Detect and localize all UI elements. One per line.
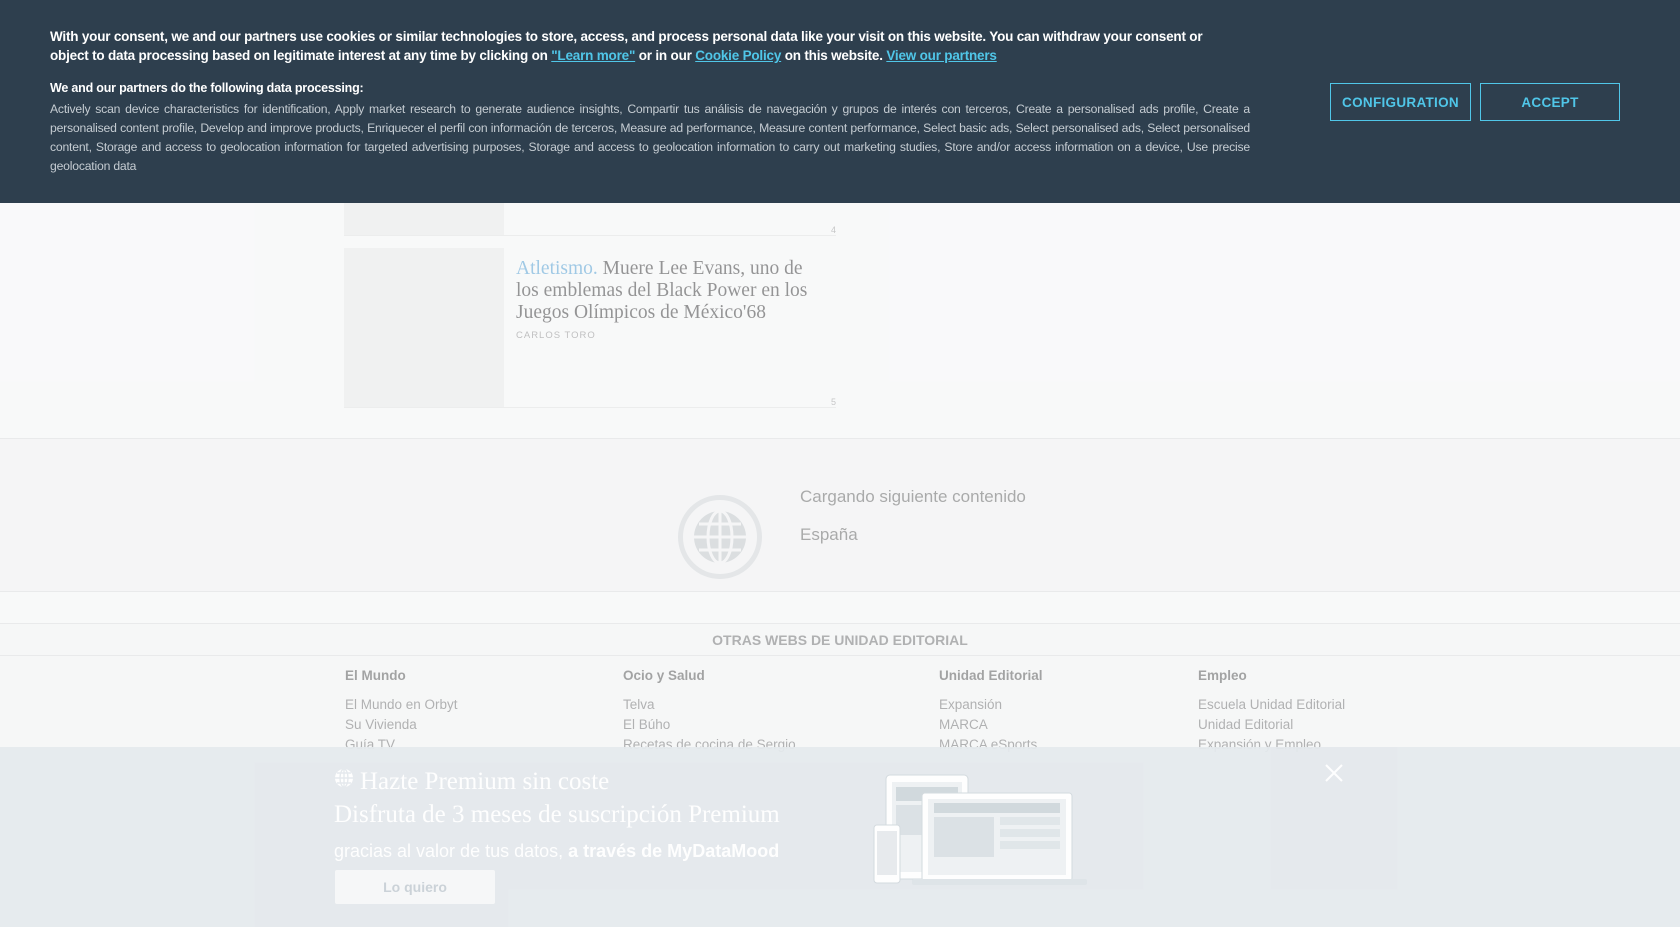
footer-column-heading: El Mundo bbox=[345, 668, 406, 683]
cookie-consent-banner: With your consent, we and our partners u… bbox=[0, 0, 1680, 203]
devices-illustration bbox=[873, 774, 1087, 885]
promo-body-text: gracias al valor de tus datos, bbox=[334, 841, 569, 861]
footer-title: OTRAS WEBS DE UNIDAD EDITORIAL bbox=[0, 624, 1680, 656]
footer-column-heading: Ocio y Salud bbox=[623, 668, 705, 683]
footer-link[interactable]: El Búho bbox=[623, 715, 796, 735]
premium-promo-bar: Hazte Premium sin coste Disfruta de 3 me… bbox=[0, 747, 1680, 927]
story-number: 4 bbox=[830, 225, 836, 235]
consent-processing-title: We and our partners do the following dat… bbox=[50, 81, 364, 95]
story-headline-block[interactable]: Atletismo. Muere Lee Evans, uno de los e… bbox=[516, 258, 826, 324]
learn-more-link[interactable]: "Learn more" bbox=[551, 48, 635, 63]
footer-column-el-mundo: El Mundo El Mundo en Orbyt Su Vivienda G… bbox=[345, 668, 458, 755]
footer-link[interactable]: Su Vivienda bbox=[345, 715, 458, 735]
globe-icon bbox=[694, 510, 746, 564]
configuration-button[interactable]: CONFIGURATION bbox=[1330, 83, 1471, 121]
footer-column-unidad-editorial: Unidad Editorial Expansión MARCA MARCA e… bbox=[939, 668, 1043, 755]
consent-intro-text: or in our bbox=[635, 48, 696, 63]
cookie-policy-link[interactable]: Cookie Policy bbox=[695, 48, 781, 63]
footer-column-empleo: Empleo Escuela Unidad Editorial Unidad E… bbox=[1198, 668, 1345, 755]
story-author: CARLOS TORO bbox=[516, 330, 596, 341]
footer-link[interactable]: Unidad Editorial bbox=[1198, 715, 1345, 735]
footer-link[interactable]: Telva bbox=[623, 695, 796, 715]
footer-link[interactable]: Escuela Unidad Editorial bbox=[1198, 695, 1345, 715]
story-card[interactable]: Atletismo. Muere Lee Evans, uno de los e… bbox=[344, 248, 836, 408]
view-partners-link[interactable]: View our partners bbox=[886, 48, 997, 63]
consent-intro-text: on this website. bbox=[781, 48, 887, 63]
promo-title: Hazte Premium sin coste bbox=[334, 768, 609, 796]
footer-link[interactable]: MARCA bbox=[939, 715, 1043, 735]
globe-icon bbox=[335, 768, 353, 788]
footer-column-heading: Unidad Editorial bbox=[939, 668, 1043, 683]
story-kicker: Atletismo. bbox=[516, 258, 598, 279]
promo-body: gracias al valor de tus datos, a través … bbox=[334, 841, 779, 862]
close-icon[interactable] bbox=[1323, 762, 1345, 784]
footer-link[interactable]: El Mundo en Orbyt bbox=[345, 695, 458, 715]
story-number: 5 bbox=[830, 397, 836, 407]
consent-intro: With your consent, we and our partners u… bbox=[50, 27, 1230, 65]
promo-title-text: Hazte Premium sin coste bbox=[360, 768, 610, 795]
consent-purposes-list: Actively scan device characteristics for… bbox=[50, 102, 1250, 173]
promo-body-highlight: a través de MyDataMood bbox=[568, 841, 780, 861]
footer-column-ocio-salud: Ocio y Salud Telva El Búho Recetas de co… bbox=[623, 668, 796, 755]
loading-next-content: Cargando siguiente contenido España bbox=[0, 438, 1680, 592]
footer-column-heading: Empleo bbox=[1198, 668, 1247, 683]
loading-text: Cargando siguiente contenido bbox=[800, 487, 1026, 506]
accept-button[interactable]: ACCEPT bbox=[1480, 83, 1620, 121]
story-thumbnail bbox=[344, 248, 504, 407]
footer-link[interactable]: Expansión bbox=[939, 695, 1043, 715]
promo-subtitle: Disfruta de 3 meses de suscripción Premi… bbox=[334, 801, 780, 828]
loading-section: España bbox=[800, 525, 858, 544]
lo-quiero-button[interactable]: Lo quiero bbox=[335, 870, 495, 904]
